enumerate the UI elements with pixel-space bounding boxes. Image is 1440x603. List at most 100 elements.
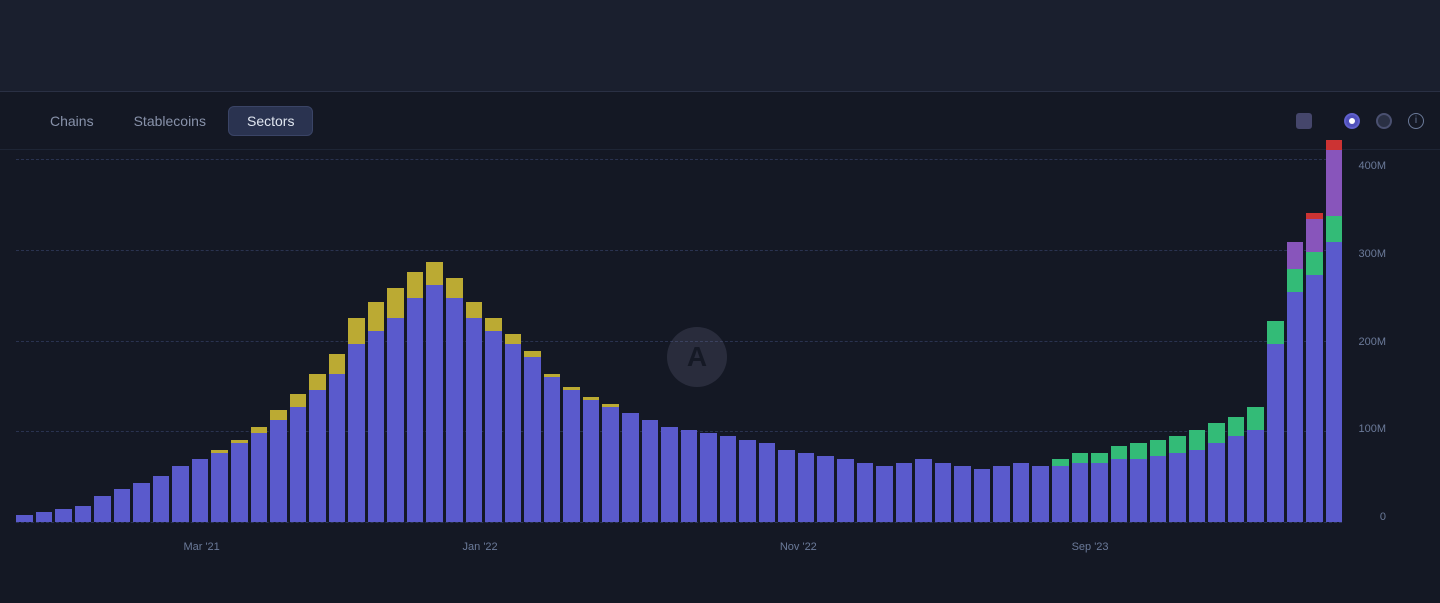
bar-group[interactable]	[192, 459, 209, 522]
bar-group[interactable]	[1228, 417, 1245, 522]
bar-group[interactable]	[36, 512, 53, 522]
bar-segment	[1013, 463, 1030, 522]
bar-group[interactable]	[1208, 423, 1225, 522]
bar-group[interactable]	[133, 483, 150, 522]
bar-segment	[954, 466, 971, 522]
y-label-300m: 300M	[1358, 248, 1386, 260]
bar-group[interactable]	[681, 430, 698, 522]
bar-segment	[1208, 423, 1225, 443]
bar-segment	[1247, 430, 1264, 522]
view-all-radio[interactable]	[1344, 113, 1360, 129]
bar-segment	[524, 351, 541, 358]
bar-group[interactable]	[817, 456, 834, 522]
bar-segment	[309, 390, 326, 522]
bar-group[interactable]	[446, 278, 463, 522]
bar-group[interactable]	[602, 404, 619, 522]
bar-segment	[348, 318, 365, 344]
bar-group[interactable]	[1091, 453, 1108, 522]
bar-group[interactable]	[935, 463, 952, 522]
bar-group[interactable]	[387, 288, 404, 522]
bar-group[interactable]	[896, 463, 913, 522]
view-p2p-radio[interactable]	[1376, 113, 1392, 129]
bar-group[interactable]	[153, 476, 170, 522]
bar-group[interactable]	[55, 509, 72, 522]
bar-group[interactable]	[485, 318, 502, 522]
bar-group[interactable]	[75, 506, 92, 522]
bar-segment	[290, 407, 307, 522]
bar-group[interactable]	[251, 427, 268, 522]
bar-group[interactable]	[642, 420, 659, 522]
bar-group[interactable]	[720, 436, 737, 522]
bar-group[interactable]	[1130, 443, 1147, 522]
bar-group[interactable]	[505, 334, 522, 522]
bar-group[interactable]	[466, 302, 483, 522]
bar-group[interactable]	[329, 354, 346, 522]
bar-group[interactable]	[270, 410, 287, 522]
bar-group[interactable]	[837, 459, 854, 522]
bar-segment	[505, 334, 522, 344]
bar-group[interactable]	[622, 413, 639, 522]
bar-group[interactable]	[661, 427, 678, 522]
aggregate-control	[1390, 44, 1394, 48]
bar-group[interactable]	[172, 466, 189, 522]
bar-group[interactable]	[114, 489, 131, 522]
bar-group[interactable]	[739, 440, 756, 522]
bar-group[interactable]	[368, 302, 385, 522]
bar-group[interactable]	[1032, 466, 1049, 522]
bar-group[interactable]	[876, 466, 893, 522]
bar-segment	[602, 407, 619, 522]
bar-group[interactable]	[407, 272, 424, 522]
bar-group[interactable]	[915, 459, 932, 522]
bar-group[interactable]	[1072, 453, 1089, 522]
bar-segment	[759, 443, 776, 522]
bar-group[interactable]	[583, 397, 600, 522]
bar-group[interactable]	[993, 466, 1010, 522]
bar-group[interactable]	[954, 466, 971, 522]
bar-group[interactable]	[1111, 446, 1128, 522]
bar-group[interactable]	[1150, 440, 1167, 522]
bar-group[interactable]	[309, 374, 326, 522]
chart-control	[16, 44, 20, 48]
y-label-200m: 200M	[1358, 336, 1386, 348]
bar-segment	[1189, 450, 1206, 522]
bar-group[interactable]	[94, 496, 111, 522]
bar-group[interactable]	[426, 262, 443, 522]
bar-group[interactable]	[563, 387, 580, 522]
bar-group[interactable]	[348, 318, 365, 522]
bar-group[interactable]	[1013, 463, 1030, 522]
bar-segment	[270, 410, 287, 420]
bar-segment	[622, 413, 639, 522]
annotations-toggle[interactable]	[1296, 113, 1320, 129]
bar-group[interactable]	[798, 453, 815, 522]
bar-group[interactable]	[211, 450, 228, 522]
bar-group[interactable]	[16, 515, 33, 522]
breakdown-bar: Chains Stablecoins Sectors i	[0, 92, 1440, 150]
bar-group[interactable]	[231, 440, 248, 522]
bar-group[interactable]	[1326, 140, 1343, 522]
bar-group[interactable]	[544, 374, 561, 522]
bar-group[interactable]	[700, 433, 717, 522]
breakdown-stablecoins-button[interactable]: Stablecoins	[116, 107, 224, 135]
bar-group[interactable]	[974, 469, 991, 522]
view-info-icon[interactable]: i	[1408, 113, 1424, 129]
breakdown-chains-button[interactable]: Chains	[32, 107, 112, 135]
bar-group[interactable]	[1306, 213, 1323, 522]
bar-segment	[642, 420, 659, 522]
bar-group[interactable]	[524, 351, 541, 522]
bar-group[interactable]	[1247, 407, 1264, 522]
bar-group[interactable]	[857, 463, 874, 522]
breakdown-sectors-button[interactable]: Sectors	[228, 106, 313, 136]
bar-group[interactable]	[1267, 321, 1284, 522]
bar-group[interactable]	[1169, 436, 1186, 522]
bar-group[interactable]	[1287, 242, 1304, 522]
bar-segment	[1247, 407, 1264, 430]
bar-group[interactable]	[1052, 459, 1069, 522]
bar-group[interactable]	[778, 450, 795, 522]
bar-segment	[681, 430, 698, 522]
bar-segment	[1326, 140, 1343, 150]
bar-segment	[1052, 466, 1069, 522]
bar-segment	[739, 440, 756, 522]
bar-group[interactable]	[759, 443, 776, 522]
bar-group[interactable]	[290, 394, 307, 522]
bar-group[interactable]	[1189, 430, 1206, 522]
